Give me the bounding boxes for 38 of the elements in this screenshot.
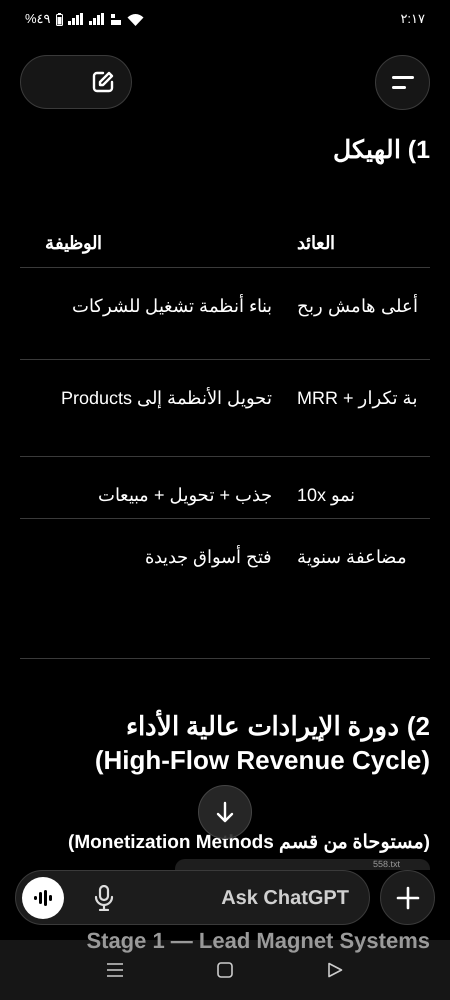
microphone-icon xyxy=(94,884,114,910)
wifi-icon xyxy=(126,12,144,26)
attachment-chip[interactable]: 558.txt xyxy=(175,859,430,870)
section-heading: 2) دورة الإيرادات عالية الأداء xyxy=(126,709,430,743)
faded-heading: Stage 1 — Lead Magnet Systems xyxy=(86,927,430,955)
home-icon[interactable] xyxy=(217,962,233,978)
column-header: العائد xyxy=(297,232,335,255)
new-chat-button[interactable] xyxy=(20,55,132,109)
section-heading: 1) الهيكل xyxy=(332,135,431,166)
arrow-down-icon xyxy=(216,801,234,823)
table-cell-text: جذب + تحويل + مبيعات xyxy=(98,484,272,508)
column-header: الوظيفة xyxy=(45,232,102,256)
signal-icon xyxy=(88,13,105,25)
composer-bar[interactable]: Ask ChatGPT xyxy=(15,870,370,925)
clock-time: ٢:١٧ xyxy=(400,10,425,28)
table-cell-text: تحويل الأنظمة إلى Products xyxy=(60,386,272,410)
battery-icon xyxy=(56,12,63,26)
table-cell-text: بة تكرار + MRR xyxy=(297,387,418,410)
menu-icon xyxy=(392,76,414,90)
microphone-button[interactable] xyxy=(92,884,116,912)
table-cell-text: أعلى هامش ربح xyxy=(297,293,418,318)
plus-icon xyxy=(396,886,420,910)
message-field[interactable]: Ask ChatGPT xyxy=(116,882,349,912)
volte-icon xyxy=(110,12,122,26)
table-cell-text: فتح أسواق جديدة xyxy=(144,544,272,570)
file-name: 558.txt xyxy=(372,860,400,870)
voice-mode-button[interactable] xyxy=(22,876,64,918)
table-cell-text: نمو 10x xyxy=(297,484,356,508)
table-cell-text: بناء أنظمة تشغيل للشركات xyxy=(72,293,272,318)
recent-apps-icon[interactable] xyxy=(107,963,123,977)
battery-percent: %٤٩ xyxy=(25,10,51,28)
edit-icon xyxy=(91,70,115,94)
waveform-icon xyxy=(33,890,53,906)
subtitle-text: (مستوحاة من قسم Monetization Methods) xyxy=(68,831,430,855)
back-icon[interactable] xyxy=(327,962,343,978)
table-cell-text: مضاعفة سنوية xyxy=(297,546,408,570)
signal-icon xyxy=(68,13,84,25)
section-heading: (High-Flow Revenue Cycle) xyxy=(94,744,430,777)
